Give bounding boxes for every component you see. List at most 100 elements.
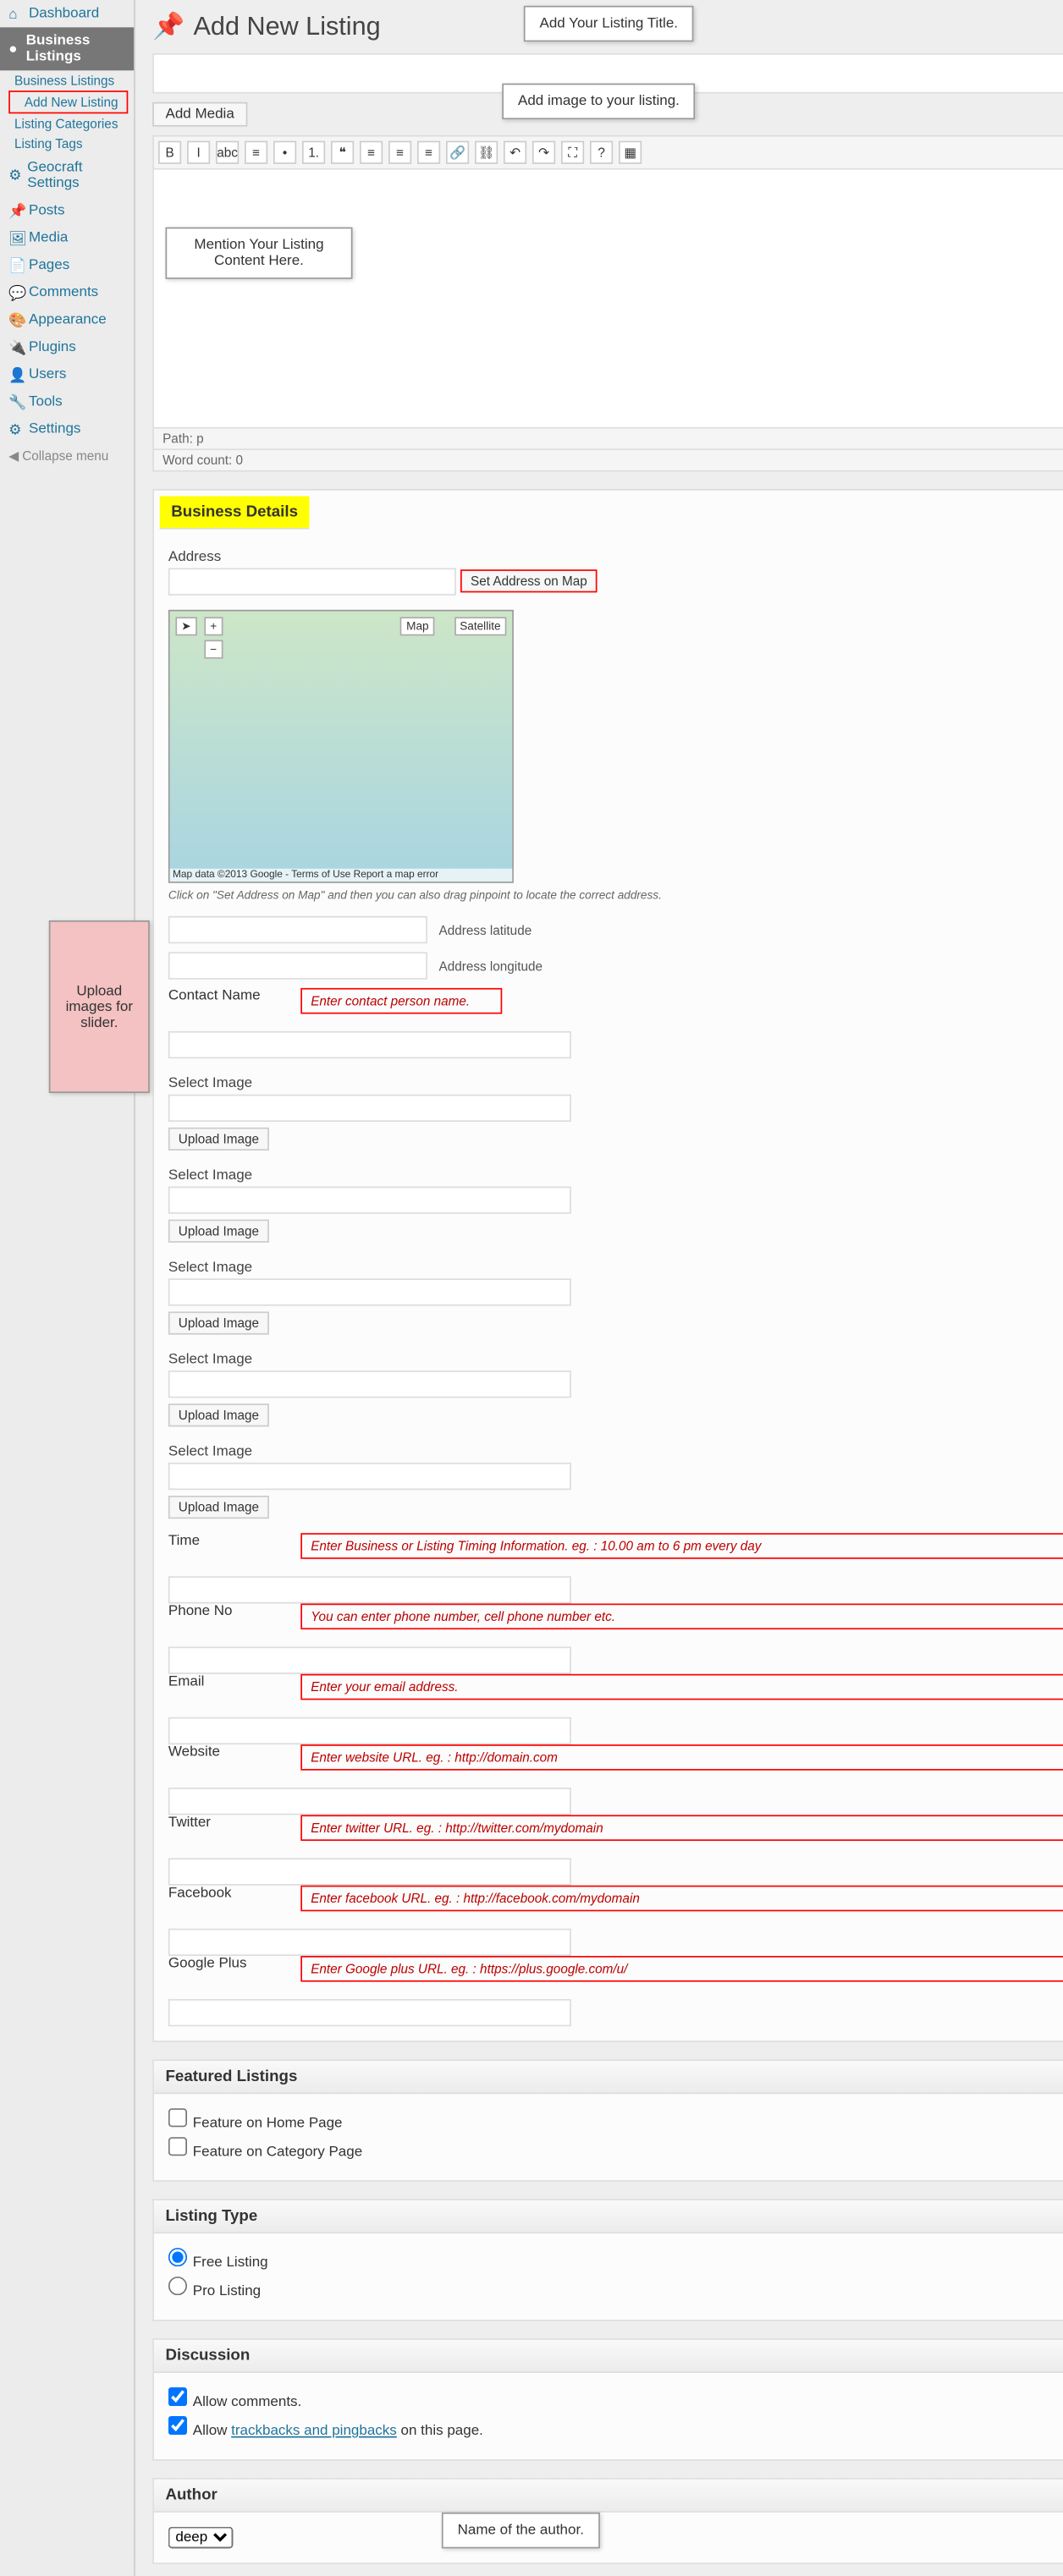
metabox-author: Author deep Name of the author. xyxy=(152,2478,1063,2564)
gplus-input[interactable] xyxy=(168,1999,571,2026)
sidebar-sub-listing-categories[interactable]: Listing Categories xyxy=(0,113,134,134)
tb-fullscreen[interactable]: ⛶ xyxy=(561,141,584,164)
sidebar-item-business-listings[interactable]: ●Business Listings xyxy=(0,27,134,70)
editor-toolbar: B I abc ≡ • 1. ❝ ≡ ≡ ≡ 🔗 ⛓ ↶ ↷ ⛶ ? ▦ xyxy=(152,135,1063,170)
allow-pingbacks-checkbox[interactable] xyxy=(168,2416,187,2435)
facebook-label: Facebook xyxy=(168,1886,284,1902)
tb-quote[interactable]: ❝ xyxy=(331,141,354,164)
upload-image-button-1[interactable]: Upload Image xyxy=(168,1220,269,1243)
email-hint: Enter your email address. xyxy=(300,1674,1063,1700)
contact-name-input[interactable] xyxy=(168,1031,571,1058)
tb-help[interactable]: ? xyxy=(590,141,613,164)
tb-link[interactable]: 🔗 xyxy=(446,141,469,164)
allow-comments-checkbox[interactable] xyxy=(168,2387,187,2406)
pro-listing-radio[interactable] xyxy=(168,2277,187,2295)
tb-strike[interactable]: abc xyxy=(216,141,239,164)
pro-listing-label: Pro Listing xyxy=(193,2284,261,2300)
map-widget[interactable]: ➤ + − Map Satellite Map data ©2013 Googl… xyxy=(168,610,514,883)
tb-unlink[interactable]: ⛓ xyxy=(475,141,498,164)
feature-home-checkbox[interactable] xyxy=(168,2108,187,2127)
trackbacks-link[interactable]: trackbacks and pingbacks xyxy=(231,2424,397,2440)
sidebar-item-dashboard[interactable]: ⌂Dashboard xyxy=(0,0,134,27)
tb-right[interactable]: ≡ xyxy=(417,141,440,164)
tb-kitchen-sink[interactable]: ▦ xyxy=(619,141,642,164)
sidebar-item-settings[interactable]: ⚙Settings xyxy=(0,415,134,442)
sidebar-sub-listing-tags[interactable]: Listing Tags xyxy=(0,134,134,154)
sidebar-item-pages[interactable]: 📄Pages xyxy=(0,252,134,279)
time-hint: Enter Business or Listing Timing Informa… xyxy=(300,1533,1063,1559)
author-heading: Author xyxy=(154,2480,1063,2513)
select-image-input-2[interactable] xyxy=(168,1278,571,1305)
callout-title: Add Your Listing Title. xyxy=(524,6,694,42)
gplus-label: Google Plus xyxy=(168,1956,284,1972)
free-listing-radio[interactable] xyxy=(168,2248,187,2266)
callout-slider: Upload images for slider. xyxy=(49,920,150,1093)
address-input[interactable] xyxy=(168,568,456,596)
tb-center[interactable]: ≡ xyxy=(388,141,411,164)
map-tab-map[interactable]: Map xyxy=(400,617,434,635)
facebook-hint: Enter facebook URL. eg. : http://faceboo… xyxy=(300,1886,1063,1912)
website-input[interactable] xyxy=(168,1788,571,1815)
author-select[interactable]: deep xyxy=(168,2527,233,2549)
sidebar-item-users[interactable]: 👤Users xyxy=(0,361,134,388)
add-media-button[interactable]: Add Media xyxy=(152,102,247,127)
upload-image-button-4[interactable]: Upload Image xyxy=(168,1496,269,1519)
time-label: Time xyxy=(168,1533,284,1549)
select-image-label: Select Image xyxy=(168,1260,1063,1276)
collapse-menu[interactable]: ◀ Collapse menu xyxy=(0,443,134,470)
upload-image-button-3[interactable]: Upload Image xyxy=(168,1403,269,1426)
phone-label: Phone No xyxy=(168,1604,284,1620)
facebook-input[interactable] xyxy=(168,1929,571,1956)
select-image-input-3[interactable] xyxy=(168,1370,571,1398)
sidebar-item-appearance[interactable]: 🎨Appearance xyxy=(0,306,134,333)
time-input[interactable] xyxy=(168,1576,571,1603)
content-editor[interactable]: Mention Your Listing Content Here. At la… xyxy=(152,170,1063,429)
metabox-business-details: Business Details Address Set Address on … xyxy=(152,489,1063,2042)
tb-ol2[interactable]: 1. xyxy=(302,141,325,164)
sidebar-item-plugins[interactable]: 🔌Plugins xyxy=(0,333,134,360)
tb-ul[interactable]: ≡ xyxy=(245,141,267,164)
sidebar-sub-add-new-listing[interactable]: Add New Listing xyxy=(8,91,128,113)
address-label: Address xyxy=(168,549,1063,565)
metabox-featured-listings: Featured Listings Feature on Home Page F… xyxy=(152,2059,1063,2182)
select-image-label: Select Image xyxy=(168,1352,1063,1368)
longitude-input[interactable] xyxy=(168,952,427,979)
sidebar-item-tools[interactable]: 🔧Tools xyxy=(0,388,134,415)
feature-category-checkbox[interactable] xyxy=(168,2137,187,2156)
latitude-input[interactable] xyxy=(168,916,427,943)
phone-input[interactable] xyxy=(168,1647,571,1674)
upload-image-button-2[interactable]: Upload Image xyxy=(168,1311,269,1334)
tb-redo[interactable]: ↷ xyxy=(532,141,555,164)
callout-media: Add image to your listing. xyxy=(502,84,695,120)
email-input[interactable] xyxy=(168,1717,571,1744)
longitude-label: Address longitude xyxy=(439,958,543,973)
sidebar-sub-business-listings[interactable]: Business Listings xyxy=(0,70,134,91)
tb-italic[interactable]: I xyxy=(187,141,210,164)
map-tab-satellite[interactable]: Satellite xyxy=(454,617,506,635)
sidebar-item-posts[interactable]: 📌Posts xyxy=(0,197,134,224)
select-image-label: Select Image xyxy=(168,1167,1063,1184)
website-hint: Enter website URL. eg. : http://domain.c… xyxy=(300,1744,1063,1771)
word-count: Word count: 0 xyxy=(162,453,243,468)
set-address-on-map-button[interactable]: Set Address on Map xyxy=(460,569,598,592)
map-attribution: Map data ©2013 Google - Terms of Use Rep… xyxy=(170,869,513,882)
sidebar-item-media[interactable]: 🖼Media xyxy=(0,224,134,251)
tb-ol[interactable]: • xyxy=(273,141,296,164)
feature-category-label: Feature on Category Page xyxy=(193,2145,362,2161)
tb-bold[interactable]: B xyxy=(158,141,181,164)
select-image-input-1[interactable] xyxy=(168,1187,571,1214)
listing-type-heading: Listing Type xyxy=(154,2200,1063,2233)
tb-left[interactable]: ≡ xyxy=(360,141,383,164)
select-image-input-0[interactable] xyxy=(168,1095,571,1122)
sidebar-item-geocraft-settings[interactable]: ⚙Geocraft Settings xyxy=(0,154,134,197)
map-hint: Click on "Set Address on Map" and then y… xyxy=(168,889,1063,902)
select-image-input-4[interactable] xyxy=(168,1463,571,1490)
editor-path: Path: p xyxy=(162,431,204,446)
featured-listings-heading: Featured Listings xyxy=(154,2061,1063,2094)
select-image-label: Select Image xyxy=(168,1444,1063,1460)
tb-undo[interactable]: ↶ xyxy=(504,141,526,164)
upload-image-button-0[interactable]: Upload Image xyxy=(168,1128,269,1151)
twitter-input[interactable] xyxy=(168,1858,571,1885)
sidebar-item-comments[interactable]: 💬Comments xyxy=(0,279,134,306)
twitter-hint: Enter twitter URL. eg. : http://twitter.… xyxy=(300,1815,1063,1841)
